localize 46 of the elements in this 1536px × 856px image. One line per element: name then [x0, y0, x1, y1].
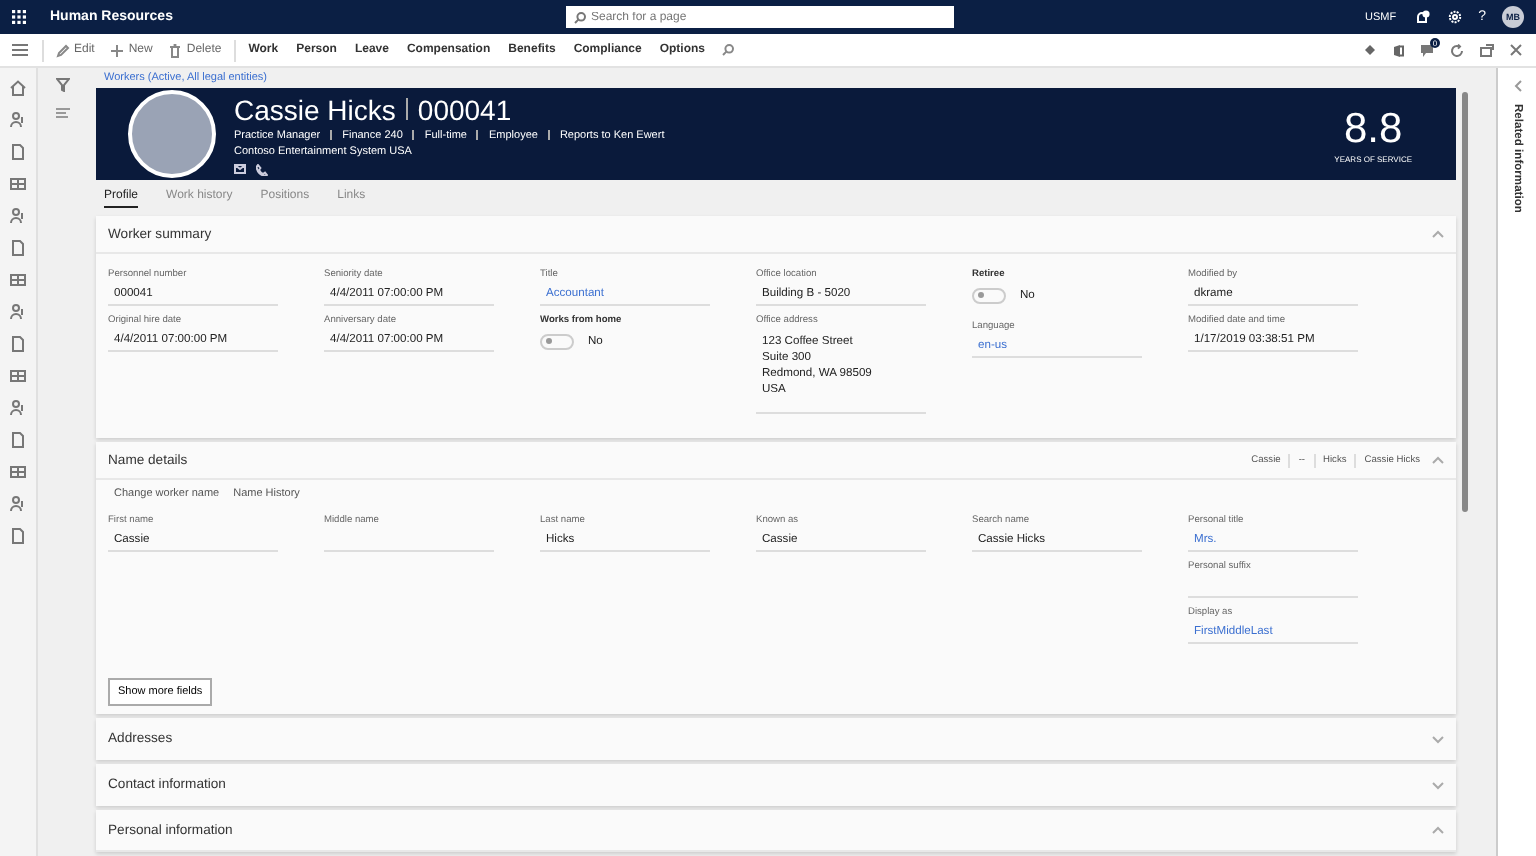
search-icon — [574, 11, 587, 23]
diamond-icon[interactable] — [1364, 44, 1376, 56]
menu-icon[interactable] — [11, 44, 27, 56]
chevron-down-icon[interactable] — [1432, 781, 1444, 789]
table-icon[interactable] — [10, 176, 26, 192]
mail-icon[interactable] — [234, 163, 246, 174]
chevron-up-icon[interactable] — [1432, 456, 1444, 464]
worker-number: 000041 — [417, 93, 512, 126]
chevron-up-icon[interactable] — [1432, 826, 1444, 834]
people-icon[interactable] — [10, 400, 26, 416]
document-icon[interactable] — [10, 144, 26, 160]
gear-icon[interactable] — [1448, 10, 1463, 24]
people-icon[interactable] — [10, 496, 26, 512]
years-of-service-value: 8.8 — [1343, 105, 1403, 154]
trash-icon — [168, 43, 183, 57]
document-icon[interactable] — [10, 432, 26, 448]
chevron-down-icon[interactable] — [1432, 735, 1444, 743]
table-icon[interactable] — [10, 464, 26, 480]
chevron-up-icon[interactable] — [1432, 230, 1444, 238]
refresh-icon[interactable] — [1450, 43, 1464, 57]
worker-name: Cassie Hicks — [234, 93, 396, 126]
toggle-switch[interactable] — [540, 333, 574, 349]
chat-icon[interactable] — [1420, 43, 1434, 57]
plus-icon — [110, 43, 125, 57]
chevron-left-icon[interactable] — [1513, 80, 1521, 92]
office-icon[interactable] — [1392, 43, 1404, 57]
close-icon[interactable] — [1510, 44, 1522, 56]
pencil-icon — [56, 43, 70, 57]
filter-icon[interactable] — [56, 78, 70, 92]
open-window-icon[interactable] — [1480, 43, 1494, 57]
document-icon[interactable] — [10, 528, 26, 544]
home-icon[interactable] — [10, 80, 26, 96]
toggle-switch[interactable] — [972, 287, 1006, 303]
table-icon[interactable] — [10, 272, 26, 288]
people-icon[interactable] — [10, 304, 26, 320]
people-icon[interactable] — [10, 112, 26, 128]
document-icon[interactable] — [10, 240, 26, 256]
document-icon[interactable] — [10, 336, 26, 352]
table-icon[interactable] — [10, 368, 26, 384]
people-icon[interactable] — [10, 208, 26, 224]
app-launcher-icon[interactable] — [12, 10, 26, 24]
list-icon[interactable] — [56, 108, 70, 118]
search-icon[interactable] — [722, 44, 734, 56]
scrollbar-thumb[interactable] — [1462, 92, 1468, 512]
photo-placeholder — [128, 90, 216, 179]
phone-icon[interactable] — [256, 163, 268, 176]
